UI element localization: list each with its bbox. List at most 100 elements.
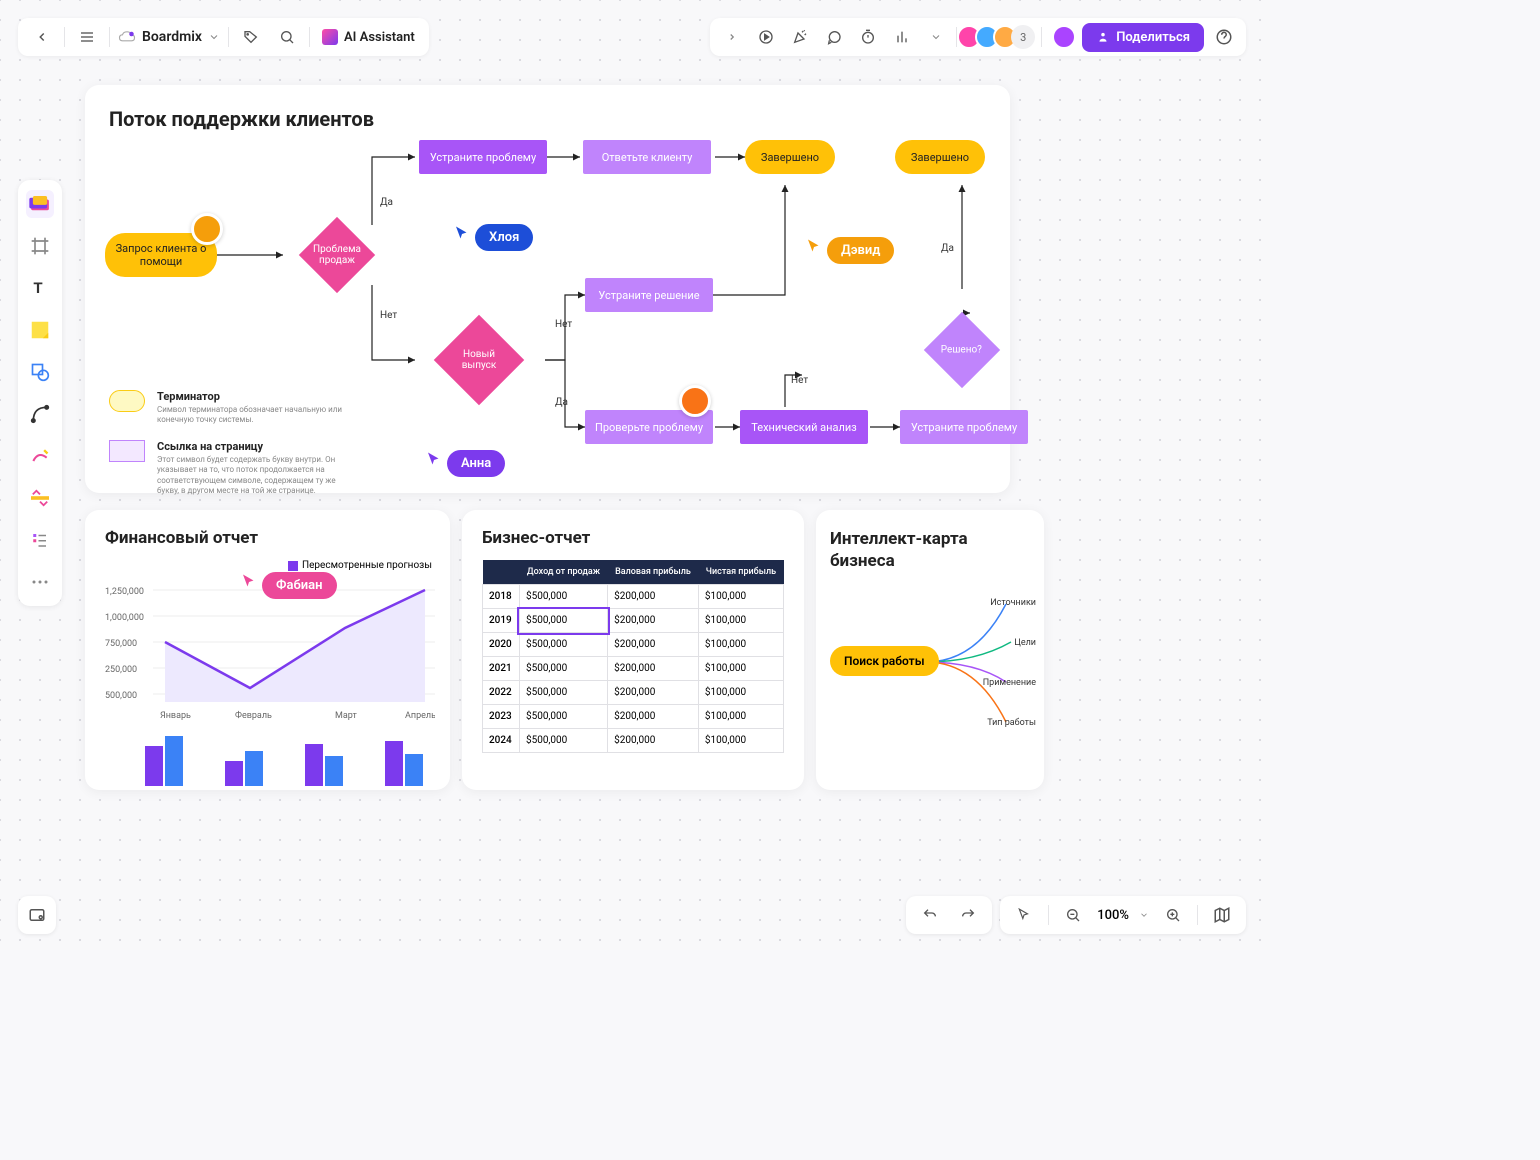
biz-table[interactable]: Доход от продажВаловая прибыльЧистая при… [482, 560, 784, 753]
edge-no: Нет [555, 319, 572, 330]
ai-logo-icon [322, 29, 338, 45]
flow-done1[interactable]: Завершено [745, 140, 835, 174]
tool-highlight[interactable] [26, 484, 54, 512]
mind-child[interactable]: Тип работы [987, 718, 1036, 728]
board-name: Boardmix [142, 29, 202, 45]
svg-text:750,000: 750,000 [105, 639, 137, 649]
flow-newissue[interactable]: Новый выпуск [434, 315, 525, 406]
expand-button[interactable] [718, 23, 746, 51]
collaborator-avatars[interactable]: 3 [963, 25, 1035, 49]
canvas-avatar [679, 385, 711, 417]
svg-text:1,250,000: 1,250,000 [105, 587, 144, 597]
tool-pen[interactable] [26, 442, 54, 470]
back-button[interactable] [28, 23, 56, 51]
edge-no: Нет [380, 310, 397, 321]
board-name-dropdown[interactable]: Boardmix [118, 29, 220, 45]
table-row[interactable]: 2023$500,000$200,000$100,000 [483, 705, 784, 729]
panel-title: Поток поддержки клиентов [109, 107, 986, 131]
mind-child[interactable]: Применение [983, 678, 1036, 688]
cursor-david: Дэвид [805, 229, 894, 264]
flow-reply[interactable]: Ответьте клиенту [583, 140, 711, 174]
cloud-icon [118, 30, 136, 44]
zoom-out-button[interactable] [1059, 901, 1087, 929]
share-button[interactable]: Поделиться [1082, 23, 1204, 52]
zoom-in-button[interactable] [1159, 901, 1187, 929]
map-button[interactable] [1208, 901, 1236, 929]
bottom-bar: 100% [906, 896, 1246, 934]
help-button[interactable] [1210, 23, 1238, 51]
cursor-anna: Анна [425, 442, 505, 477]
redo-button[interactable] [954, 901, 982, 929]
user-avatar[interactable] [1052, 25, 1076, 49]
mindmap-panel[interactable]: Интеллект-карта бизнеса Поиск работы Ист… [816, 510, 1044, 790]
table-row[interactable]: 2024$500,000$200,000$100,000 [483, 729, 784, 753]
flow-tech[interactable]: Технический анализ [740, 410, 868, 444]
tool-shape[interactable] [26, 358, 54, 386]
svg-text:250,000: 250,000 [105, 665, 137, 675]
tool-sticky[interactable] [26, 316, 54, 344]
table-row[interactable]: 2018$500,000$200,000$100,000 [483, 585, 784, 609]
comment-button[interactable] [820, 23, 848, 51]
table-row[interactable]: 2022$500,000$200,000$100,000 [483, 681, 784, 705]
mind-child[interactable]: Источники [990, 598, 1036, 608]
ai-assistant-button[interactable]: AI Assistant [318, 29, 419, 45]
top-bar: Boardmix AI Assistant 3 Поделиться [18, 18, 1246, 56]
finance-title: Финансовый отчет [105, 528, 430, 548]
cursor-fabian: Фабиан [240, 564, 337, 599]
flow-decision-sales[interactable]: Проблема продаж [299, 217, 375, 293]
table-row[interactable]: 2021$500,000$200,000$100,000 [483, 657, 784, 681]
celebrate-button[interactable] [786, 23, 814, 51]
flow-fixsol[interactable]: Устраните решение [585, 278, 713, 312]
tool-templates[interactable] [26, 190, 54, 218]
flowchart-panel[interactable]: Поток поддержки клиентов Запрос клиента … [85, 85, 1010, 493]
tool-more[interactable] [26, 568, 54, 596]
table-header: Доход от продаж [519, 560, 607, 585]
table-row[interactable]: 2020$500,000$200,000$100,000 [483, 633, 784, 657]
svg-text:T: T [33, 279, 42, 297]
tool-text[interactable]: T [26, 274, 54, 302]
biz-title: Бизнес-отчет [482, 528, 784, 548]
tool-connector[interactable] [26, 400, 54, 428]
business-panel[interactable]: Бизнес-отчет Доход от продажВаловая приб… [462, 510, 804, 790]
zoom-group: 100% [1000, 896, 1246, 934]
tool-list[interactable] [26, 526, 54, 554]
table-header [483, 560, 520, 585]
tool-frame[interactable] [26, 232, 54, 260]
flow-solved[interactable]: Решено? [924, 312, 1000, 388]
edge-no: Нет [791, 375, 808, 386]
timer-button[interactable] [854, 23, 882, 51]
table-row[interactable]: 2019$500,000$200,000$100,000 [483, 609, 784, 633]
search-button[interactable] [273, 23, 301, 51]
svg-text:Апрель: Апрель [405, 711, 435, 721]
svg-text:Февраль: Февраль [235, 711, 272, 721]
menu-button[interactable] [73, 23, 101, 51]
pointer-button[interactable] [1010, 901, 1038, 929]
edge-yes: Да [380, 197, 393, 208]
undo-redo-group [906, 896, 992, 934]
mind-title: Интеллект-карта бизнеса [830, 528, 1030, 572]
layers-button[interactable] [18, 896, 56, 934]
chevron-down-icon [208, 31, 220, 43]
zoom-value[interactable]: 100% [1097, 908, 1129, 923]
mind-child[interactable]: Цели [1014, 638, 1036, 648]
flow-done2[interactable]: Завершено [895, 140, 985, 174]
avatar-count: 3 [1011, 25, 1035, 49]
undo-button[interactable] [916, 901, 944, 929]
svg-text:1,000,000: 1,000,000 [105, 613, 144, 623]
cursor-chloe: Хлоя [453, 216, 533, 251]
edge-yes: Да [941, 243, 954, 254]
table-header: Чистая прибыль [698, 560, 783, 585]
more-dropdown[interactable] [922, 23, 950, 51]
play-button[interactable] [752, 23, 780, 51]
chart-button[interactable] [888, 23, 916, 51]
flow-fix1[interactable]: Устраните проблему [419, 140, 547, 174]
tag-button[interactable] [237, 23, 265, 51]
mind-root[interactable]: Поиск работы [830, 646, 939, 676]
flow-fix2[interactable]: Устраните проблему [900, 410, 1028, 444]
chevron-down-icon [1139, 910, 1149, 920]
top-left-group: Boardmix AI Assistant [18, 18, 429, 56]
top-right-group: 3 Поделиться [710, 18, 1246, 56]
finance-panel[interactable]: Финансовый отчет Пересмотренные прогнозы… [85, 510, 450, 790]
table-header: Валовая прибыль [608, 560, 699, 585]
tool-sidebar: T [18, 180, 62, 606]
